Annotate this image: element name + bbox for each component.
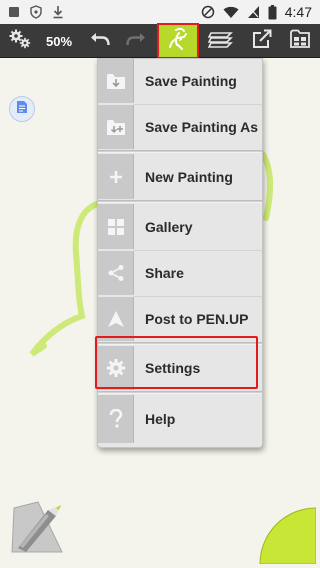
menu-label-post-to-penup: Post to PEN.UP xyxy=(145,311,249,327)
battery-icon xyxy=(268,4,277,20)
settings-highlight-box xyxy=(95,336,258,389)
redo-icon xyxy=(125,30,147,53)
menu-item-new-painting[interactable]: New Painting xyxy=(98,154,262,199)
menu-item-save-painting[interactable]: Save Painting xyxy=(98,59,262,103)
painting-menu-icon xyxy=(166,25,190,58)
share-icon xyxy=(98,251,134,295)
app-toolbar: 50% xyxy=(0,23,320,59)
menu-item-post-to-penup[interactable]: Post to PEN.UP xyxy=(98,297,262,341)
plus-icon xyxy=(98,154,134,199)
undo-icon xyxy=(89,30,111,53)
menu-label-new-painting: New Painting xyxy=(145,168,233,185)
menu-item-share[interactable]: Share xyxy=(98,251,262,295)
status-time: 4:47 xyxy=(284,4,312,20)
gallery-button[interactable] xyxy=(284,24,316,58)
document-icon xyxy=(16,100,28,119)
menu-label-help: Help xyxy=(145,411,176,427)
painting-menu-button[interactable] xyxy=(157,23,199,59)
color-swatch-icon xyxy=(256,507,317,568)
question-icon xyxy=(98,395,134,443)
menu-item-gallery[interactable]: Gallery xyxy=(98,204,262,249)
color-picker-button[interactable] xyxy=(256,504,317,568)
menu-item-save-painting-as[interactable]: Save Painting As xyxy=(98,105,262,149)
painting-menu: Save Painting Save Painting As New Paint… xyxy=(97,58,263,448)
brush-pen-icon xyxy=(8,501,66,562)
download-icon xyxy=(52,5,64,19)
undo-button[interactable] xyxy=(84,24,116,58)
square-icon xyxy=(8,6,20,18)
shield-icon xyxy=(30,5,42,19)
penup-icon xyxy=(98,297,134,341)
menu-label-save-painting: Save Painting xyxy=(145,73,237,89)
layers-button[interactable] xyxy=(204,24,238,58)
zoom-level[interactable]: 50% xyxy=(40,24,78,58)
menu-label-gallery: Gallery xyxy=(145,218,193,235)
menu-separator xyxy=(98,150,262,153)
export-button[interactable] xyxy=(246,24,278,58)
gallery-icon xyxy=(289,29,311,54)
export-icon xyxy=(251,29,273,54)
menu-item-help[interactable]: Help xyxy=(98,395,262,443)
layer-indicator[interactable] xyxy=(9,96,35,122)
settings-gears-icon xyxy=(8,28,32,55)
settings-gears-button[interactable] xyxy=(4,24,36,58)
menu-separator xyxy=(98,391,262,394)
status-bar: 4:47 xyxy=(0,0,320,24)
save-painting-as-icon xyxy=(98,105,134,149)
menu-separator xyxy=(98,200,262,203)
grid-icon xyxy=(98,204,134,249)
redo-button[interactable] xyxy=(120,24,152,58)
wifi-icon xyxy=(223,6,239,19)
menu-label-share: Share xyxy=(145,265,184,281)
brush-tool-button[interactable] xyxy=(8,496,66,563)
layers-icon xyxy=(207,28,234,55)
save-painting-icon xyxy=(98,59,134,103)
do-not-disturb-icon xyxy=(201,5,215,19)
menu-label-save-painting-as: Save Painting As xyxy=(145,119,259,135)
no-sim-icon xyxy=(247,5,260,19)
